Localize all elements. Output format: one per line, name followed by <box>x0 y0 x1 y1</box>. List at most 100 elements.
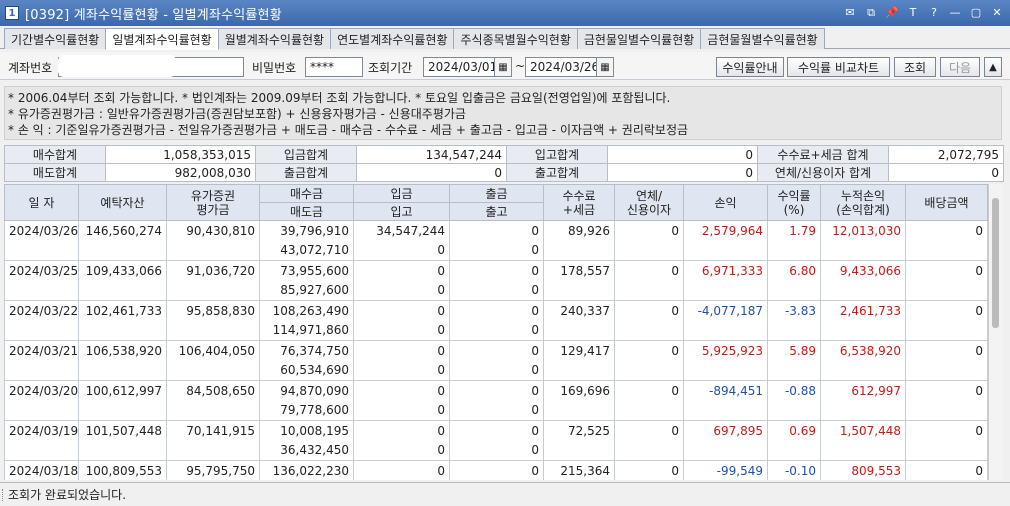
col-header-dividend[interactable]: 배당금액 <box>905 184 988 221</box>
cell-empty <box>767 360 821 381</box>
header-line: (손익합계) <box>836 202 890 217</box>
cell-deposit-assets: 100,612,997 <box>78 380 167 401</box>
cell-empty <box>683 320 768 341</box>
cell-interest: 0 <box>614 380 684 401</box>
scrollbar-thumb[interactable] <box>992 198 999 328</box>
cell-date: 2024/03/21 <box>4 340 79 361</box>
cell-securities-eval: 90,430,810 <box>166 220 260 241</box>
header-line: 평가금 <box>196 202 230 217</box>
col-header-withdraw[interactable]: 출금 <box>449 184 544 203</box>
table-row[interactable]: 2024/03/25 109,433,066 91,036,720 73,955,60… <box>4 260 988 281</box>
cell-cum-pnl: 1,507,448 <box>820 420 906 441</box>
cell-deposit-in: 0 <box>353 300 450 321</box>
cell-empty <box>820 360 906 381</box>
col-header-fee-tax[interactable]: 수수료 +세금 <box>543 184 615 221</box>
cell-empty <box>767 240 821 261</box>
cell-cum-pnl: 6,538,920 <box>820 340 906 361</box>
col-header-pnl[interactable]: 손익 <box>683 184 768 221</box>
cell-withdraw: 0 <box>449 420 544 441</box>
col-header-deposit-assets[interactable]: 예탁자산 <box>78 184 167 221</box>
cell-buy: 136,022,230 <box>259 460 354 480</box>
cell-empty <box>543 360 615 381</box>
cell-date: 2024/03/25 <box>4 260 79 281</box>
cell-empty <box>614 320 684 341</box>
cell-return-rate: 5.89 <box>767 340 821 361</box>
table-row-second-line[interactable]: 79,778,600 0 0 <box>4 400 988 421</box>
cell-pnl: 2,579,964 <box>683 220 768 241</box>
cell-empty <box>820 440 906 461</box>
col-header-stock-in[interactable]: 입고 <box>353 202 450 221</box>
table-row[interactable]: 2024/03/20 100,612,997 84,508,650 94,870,09… <box>4 380 988 401</box>
cell-pnl: -894,451 <box>683 380 768 401</box>
vertical-scrollbar[interactable] <box>988 184 1002 480</box>
cell-empty <box>4 320 79 341</box>
cell-stock-in: 0 <box>353 400 450 421</box>
col-header-interest[interactable]: 연체/신용이자 <box>614 184 684 221</box>
cell-dividend: 0 <box>905 420 988 441</box>
cell-empty <box>4 240 79 261</box>
cell-empty <box>4 360 79 381</box>
cell-interest: 0 <box>614 220 684 241</box>
table-row-second-line[interactable]: 60,534,690 0 0 <box>4 360 988 381</box>
grid-body: 2024/03/26 146,560,274 90,430,810 39,796,91… <box>4 220 988 480</box>
cell-empty <box>78 440 167 461</box>
col-header-deposit-in[interactable]: 입금 <box>353 184 450 203</box>
col-header-buy[interactable]: 매수금 <box>259 184 354 203</box>
col-header-securities-eval[interactable]: 유가증권 평가금 <box>166 184 260 221</box>
cell-empty <box>614 240 684 261</box>
cell-dividend: 0 <box>905 260 988 281</box>
cell-cum-pnl: 809,553 <box>820 460 906 480</box>
cell-securities-eval: 91,036,720 <box>166 260 260 281</box>
cell-stock-in: 0 <box>353 280 450 301</box>
cell-date: 2024/03/18 <box>4 460 79 480</box>
table-row-second-line[interactable]: 114,971,860 0 0 <box>4 320 988 341</box>
cell-return-rate: -0.10 <box>767 460 821 480</box>
cell-empty <box>78 240 167 261</box>
cell-fee-tax: 169,696 <box>543 380 615 401</box>
table-row[interactable]: 2024/03/26 146,560,274 90,430,810 39,796,91… <box>4 220 988 241</box>
table-row-second-line[interactable]: 85,927,600 0 0 <box>4 280 988 301</box>
header-line: 신용이자 <box>626 202 672 217</box>
grid-viewport: 일 자 예탁자산 유가증권 평가금 매수금 입금 출금 수수료 +세금 연체/신용이… <box>0 0 1010 480</box>
cell-deposit-assets: 106,538,920 <box>78 340 167 361</box>
cell-stock-in: 0 <box>353 320 450 341</box>
cell-empty <box>905 440 988 461</box>
cell-empty <box>78 280 167 301</box>
cell-pnl: 6,971,333 <box>683 260 768 281</box>
col-header-stock-out[interactable]: 출고 <box>449 202 544 221</box>
cell-empty <box>820 280 906 301</box>
table-row[interactable]: 2024/03/21 106,538,920 106,404,050 76,374,7… <box>4 340 988 361</box>
table-row[interactable]: 2024/03/18 100,809,553 95,795,750 136,022,2… <box>4 460 988 480</box>
table-row[interactable]: 2024/03/19 101,507,448 70,141,915 10,008,19… <box>4 420 988 441</box>
cell-pnl: -99,549 <box>683 460 768 480</box>
col-header-sell[interactable]: 매도금 <box>259 202 354 221</box>
cell-withdraw: 0 <box>449 220 544 241</box>
cell-withdraw: 0 <box>449 300 544 321</box>
table-row-second-line[interactable]: 36,432,450 0 0 <box>4 440 988 461</box>
cell-fee-tax: 240,337 <box>543 300 615 321</box>
cell-empty <box>614 400 684 421</box>
cell-empty <box>905 400 988 421</box>
cell-buy: 10,008,195 <box>259 420 354 441</box>
col-header-date[interactable]: 일 자 <box>4 184 79 221</box>
cell-stock-out: 0 <box>449 360 544 381</box>
col-header-cum-pnl[interactable]: 누적손익 (손익합계) <box>820 184 906 221</box>
cell-dividend: 0 <box>905 300 988 321</box>
cell-empty <box>543 240 615 261</box>
cell-empty <box>543 400 615 421</box>
table-row-second-line[interactable]: 43,072,710 0 0 <box>4 240 988 261</box>
cell-stock-out: 0 <box>449 440 544 461</box>
cell-cum-pnl: 9,433,066 <box>820 260 906 281</box>
cell-empty <box>614 360 684 381</box>
cell-withdraw: 0 <box>449 460 544 480</box>
cell-empty <box>166 360 260 381</box>
table-row[interactable]: 2024/03/22 102,461,733 95,858,830 108,263,4… <box>4 300 988 321</box>
cell-buy: 108,263,490 <box>259 300 354 321</box>
cell-empty <box>166 280 260 301</box>
cell-fee-tax: 129,417 <box>543 340 615 361</box>
cell-empty <box>78 320 167 341</box>
cell-empty <box>78 400 167 421</box>
header-line: 연체/ <box>635 188 663 203</box>
col-header-return-rate[interactable]: 수익률 (%) <box>767 184 821 221</box>
cell-dividend: 0 <box>905 380 988 401</box>
